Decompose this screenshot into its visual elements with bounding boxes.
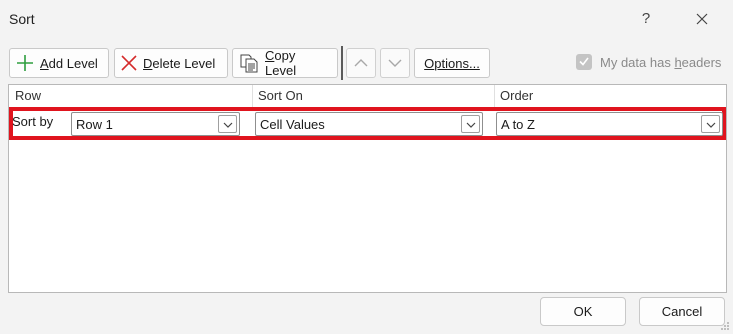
row-select[interactable]: Row 1 — [71, 112, 240, 136]
order-select-dropdown[interactable] — [701, 115, 720, 133]
chevron-down-icon — [466, 122, 475, 128]
sort-on-select-value: Cell Values — [260, 117, 325, 132]
resize-grip-icon[interactable] — [720, 321, 730, 331]
column-header-row: Row — [15, 88, 42, 103]
column-header-order: Order — [500, 88, 534, 103]
sort-levels-grid: Row Sort On Order Sort by Row 1 Cell Val… — [8, 84, 727, 293]
move-down-button[interactable] — [380, 48, 410, 78]
column-header-sort-on: Sort On — [258, 88, 303, 103]
my-data-has-headers-label[interactable]: My data has headers — [600, 55, 721, 70]
sort-on-select-dropdown[interactable] — [461, 115, 480, 133]
plus-icon — [17, 55, 33, 71]
chevron-down-icon — [388, 59, 402, 67]
ok-button[interactable]: OK — [540, 297, 626, 326]
add-level-access-key: A — [40, 55, 49, 71]
sort-on-select[interactable]: Cell Values — [255, 112, 483, 136]
headers-label-suffix: eaders — [681, 55, 722, 70]
move-up-button[interactable] — [346, 48, 376, 78]
options-access-key: O — [424, 55, 435, 71]
copy-level-access-key: C — [265, 48, 275, 63]
order-select[interactable]: A to Z — [496, 112, 723, 136]
order-select-value: A to Z — [501, 117, 535, 132]
dialog-title: Sort — [9, 11, 35, 27]
delete-level-access-key: D — [143, 55, 153, 71]
delete-level-button[interactable]: Delete Level — [114, 48, 228, 78]
delete-level-label: elete Level — [152, 55, 216, 71]
my-data-has-headers-checkbox[interactable] — [576, 54, 592, 70]
sort-dialog: Sort ? Add Level Delete Level Copy Level — [0, 0, 733, 334]
headers-label-prefix: My data has — [600, 55, 675, 70]
delete-x-icon — [121, 55, 137, 71]
help-button[interactable]: ? — [636, 8, 656, 30]
close-button[interactable] — [692, 8, 712, 30]
chevron-down-icon — [706, 122, 715, 128]
toolbar-separator — [341, 46, 343, 80]
close-icon — [696, 13, 708, 25]
add-level-label: dd Level — [48, 55, 98, 71]
copy-level-button[interactable]: Copy Level — [232, 48, 338, 78]
checkmark-icon — [579, 57, 589, 66]
sort-by-label: Sort by — [12, 114, 54, 129]
options-button[interactable]: Options... — [414, 48, 490, 78]
headers-access-key: h — [674, 55, 682, 70]
row-select-value: Row 1 — [76, 117, 113, 132]
chevron-down-icon — [223, 122, 232, 128]
copy-icon — [240, 54, 258, 73]
chevron-up-icon — [354, 59, 368, 67]
cancel-button[interactable]: Cancel — [639, 297, 725, 326]
options-label: ptions... — [434, 55, 480, 71]
add-level-button[interactable]: Add Level — [9, 48, 109, 78]
row-select-dropdown[interactable] — [218, 115, 237, 133]
